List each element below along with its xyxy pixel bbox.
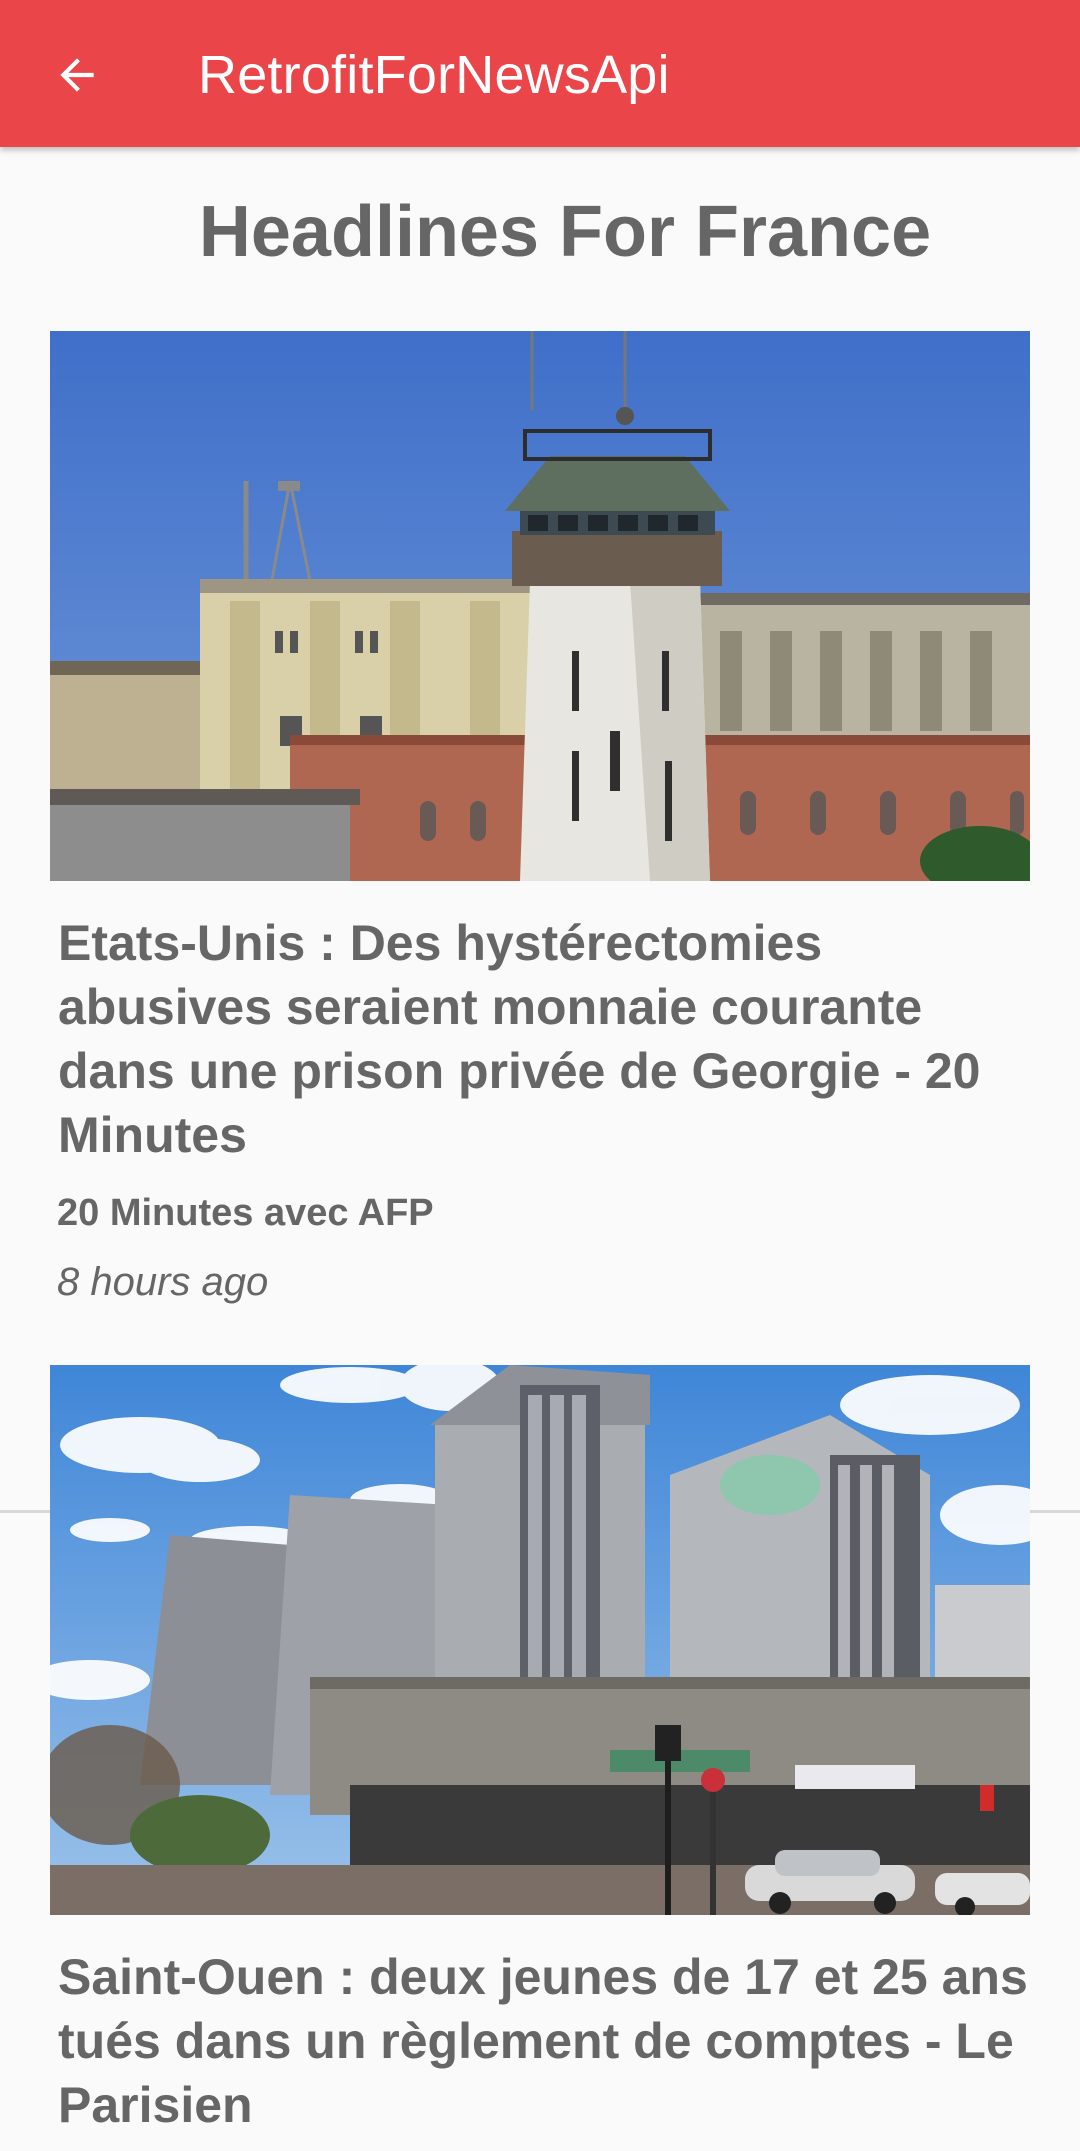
arrow-left-icon [60, 58, 94, 92]
back-button[interactable] [40, 38, 114, 112]
app-title: RetrofitForNewsApi [198, 45, 670, 105]
page-title: Headlines For France [198, 192, 932, 272]
article-image-prison-watchtower [50, 331, 1030, 881]
article-time: 8 hours ago [57, 1260, 269, 1304]
article-image-apartment-towers [50, 1365, 1030, 1915]
article-title: Etats-Unis : Des hystérectomies abusives… [58, 915, 981, 1163]
article-source: 20 Minutes avec AFP [57, 1192, 434, 1234]
article-title: Saint-Ouen : deux jeunes de 17 et 25 ans… [58, 1949, 1028, 2133]
headlines-list[interactable]: Headlines For France Etats-Unis: Des hy… [0, 147, 1080, 2151]
app-bar: RetrofitForNewsApi [0, 0, 1080, 147]
